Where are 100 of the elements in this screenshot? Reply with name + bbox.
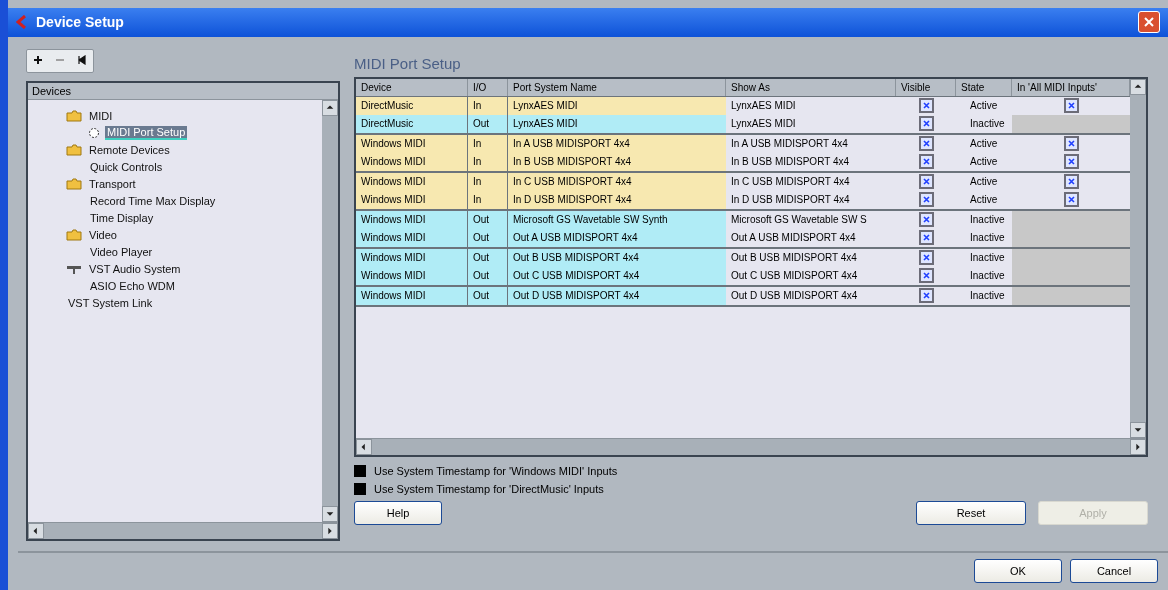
tree-item[interactable]: Time Display bbox=[88, 211, 156, 224]
cross-icon bbox=[1067, 158, 1075, 166]
ok-button[interactable]: OK bbox=[974, 559, 1062, 584]
checkbox[interactable] bbox=[918, 136, 934, 152]
cross-icon bbox=[922, 102, 930, 110]
close-icon bbox=[1143, 16, 1155, 29]
table-cell-text: LynxAES MIDI bbox=[730, 116, 797, 131]
tree-item[interactable]: Quick Controls bbox=[88, 160, 165, 173]
checkbox[interactable] bbox=[918, 154, 934, 170]
scroll-right-button[interactable] bbox=[1130, 438, 1146, 455]
checkbox[interactable] bbox=[1063, 174, 1079, 190]
tree-item[interactable]: VST System Link bbox=[66, 296, 155, 309]
cross-icon bbox=[922, 196, 930, 204]
scroll-left-button[interactable] bbox=[356, 438, 372, 455]
table-cell-text: In B USB MIDISPORT 4x4 bbox=[730, 154, 850, 169]
plus-icon bbox=[33, 55, 43, 66]
panel-title: MIDI Port Setup bbox=[354, 54, 462, 74]
checkbox[interactable] bbox=[918, 230, 934, 246]
reset-button[interactable]: Reset bbox=[916, 500, 1026, 525]
option-label: Use System Timestamp for 'Windows MIDI' Inputs bbox=[374, 464, 618, 477]
folder-icon bbox=[66, 143, 82, 156]
table-cell: Inactive bbox=[970, 252, 1005, 264]
cross-icon bbox=[922, 234, 930, 242]
table-cell: Inactive bbox=[970, 270, 1005, 282]
table-cell-text: Out C USB MIDISPORT 4x4 bbox=[730, 268, 859, 283]
scroll-left-button[interactable] bbox=[28, 522, 44, 539]
cross-icon bbox=[1067, 178, 1075, 186]
cross-icon bbox=[922, 292, 930, 300]
cross-icon bbox=[1067, 102, 1075, 110]
scroll-up-button[interactable] bbox=[1130, 78, 1146, 95]
column-header[interactable]: Visible bbox=[896, 78, 956, 96]
table-cell-text: In D USB MIDISPORT 4x4 bbox=[730, 192, 851, 207]
help-button[interactable]: Help bbox=[354, 500, 442, 525]
scroll-right-button[interactable] bbox=[322, 522, 338, 539]
table-cell-text: LynxAES MIDI bbox=[730, 98, 797, 113]
scrollbar[interactable] bbox=[322, 99, 338, 522]
scrollbar[interactable] bbox=[356, 437, 1146, 455]
checkbox[interactable] bbox=[1063, 98, 1079, 114]
checkbox[interactable] bbox=[918, 250, 934, 266]
table-cell: Inactive bbox=[970, 214, 1005, 226]
checkbox[interactable] bbox=[918, 288, 934, 304]
tree-item[interactable]: VST Audio System bbox=[87, 262, 183, 275]
table-cell: Inactive bbox=[970, 232, 1005, 244]
port-icon bbox=[88, 126, 100, 139]
tree-item[interactable]: Remote Devices bbox=[87, 143, 172, 156]
tree-item[interactable]: ASIO Echo WDM bbox=[88, 279, 177, 292]
scrollbar[interactable] bbox=[28, 521, 338, 539]
scroll-down-button[interactable] bbox=[322, 505, 338, 522]
checkbox[interactable] bbox=[1063, 136, 1079, 152]
cross-icon bbox=[922, 158, 930, 166]
close-button[interactable] bbox=[1138, 11, 1160, 34]
folder-icon bbox=[66, 177, 82, 190]
checkbox[interactable] bbox=[1063, 192, 1079, 208]
cross-icon bbox=[922, 120, 930, 128]
table-cell-text: Out A USB MIDISPORT 4x4 bbox=[730, 230, 857, 245]
scroll-down-button[interactable] bbox=[1130, 421, 1146, 438]
checkbox[interactable] bbox=[918, 192, 934, 208]
cross-icon bbox=[922, 140, 930, 148]
tree-item[interactable]: Video Player bbox=[88, 245, 155, 258]
tree-item[interactable]: Transport bbox=[87, 177, 138, 190]
checkbox[interactable] bbox=[354, 482, 366, 495]
cross-icon bbox=[922, 272, 930, 280]
checkbox[interactable] bbox=[918, 116, 934, 132]
table-cell-text: Out D USB MIDISPORT 4x4 bbox=[730, 288, 859, 303]
cross-icon bbox=[922, 254, 930, 262]
checkbox[interactable] bbox=[918, 98, 934, 114]
table-cell-text: Microsoft GS Wavetable SW S bbox=[730, 212, 868, 227]
column-header: Devices bbox=[28, 82, 338, 100]
tree-item[interactable]: Record Time Max Display bbox=[88, 194, 218, 207]
folder-icon bbox=[66, 109, 82, 122]
scrollbar[interactable] bbox=[1130, 78, 1146, 438]
table-cell-text: In C USB MIDISPORT 4x4 bbox=[730, 174, 851, 189]
column-header[interactable]: Show As bbox=[726, 78, 896, 96]
column-header[interactable]: Device bbox=[356, 78, 468, 96]
checkbox[interactable] bbox=[918, 268, 934, 284]
table-cell-text: Out B USB MIDISPORT 4x4 bbox=[730, 250, 858, 265]
checkbox[interactable] bbox=[918, 212, 934, 228]
tree-item[interactable]: MIDI bbox=[87, 109, 115, 122]
table-cell: Active bbox=[970, 194, 998, 206]
checkbox[interactable] bbox=[1063, 154, 1079, 170]
cross-icon bbox=[922, 178, 930, 186]
table-cell: Active bbox=[970, 156, 998, 168]
folder-icon bbox=[66, 228, 82, 241]
column-header[interactable]: Port System Name bbox=[508, 78, 726, 96]
skip-back-icon bbox=[77, 55, 87, 66]
column-header[interactable]: State bbox=[956, 78, 1012, 96]
table-cell: Active bbox=[970, 100, 998, 112]
table-cell: Active bbox=[970, 176, 998, 188]
tree-item[interactable]: MIDI Port Setup bbox=[105, 125, 188, 140]
cancel-button[interactable]: Cancel bbox=[1070, 559, 1158, 584]
table-cell: Active bbox=[970, 138, 998, 150]
table-cell-text: In A USB MIDISPORT 4x4 bbox=[730, 136, 849, 151]
cross-icon bbox=[1067, 196, 1075, 204]
checkbox[interactable] bbox=[918, 174, 934, 190]
table-cell: Inactive bbox=[970, 290, 1005, 302]
column-header[interactable]: I/O bbox=[468, 78, 508, 96]
checkbox[interactable] bbox=[354, 464, 366, 477]
cross-icon bbox=[922, 216, 930, 224]
table-cell: Inactive bbox=[970, 118, 1005, 130]
tree-item[interactable]: Video bbox=[87, 228, 119, 241]
